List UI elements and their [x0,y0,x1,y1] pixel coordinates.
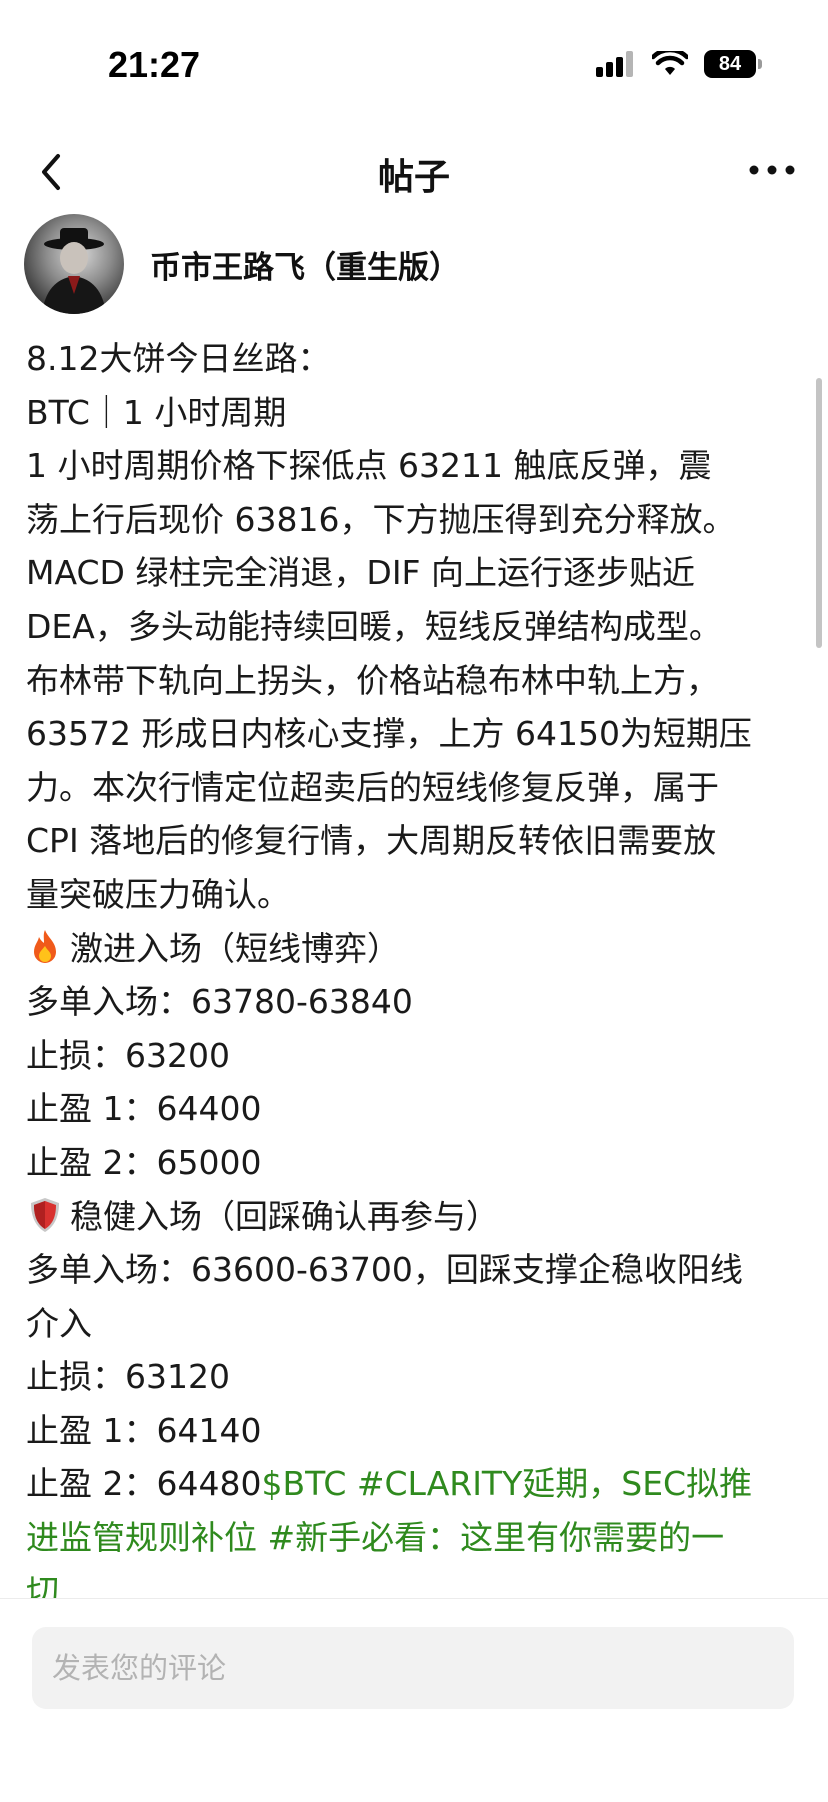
section-aggressive: 激进入场（短线博弈） [26,922,808,976]
post-line: 介入 [26,1303,92,1343]
battery-icon: 84 [704,50,762,78]
comment-input[interactable] [32,1627,794,1709]
post-line: 63572 形成日内核心支撑，上方 64150为短期压 [26,714,752,754]
more-horizontal-icon[interactable] [748,160,796,180]
post-line: 多单入场：63780-63840 [26,982,413,1022]
post-line: 力。本次行情定位超卖后的短线修复反弹，属于 [26,767,719,807]
post-line: 布林带下轨向上拐头，价格站稳布林中轨上方， [26,660,719,700]
author-row[interactable]: 币市王路飞（重生版） [24,214,460,314]
avatar-figure-icon [42,228,106,314]
post-body: 8.12大饼今日丝路： BTC｜1 小时周期 1 小时周期价格下探低点 6321… [26,332,808,1618]
status-bar: 21:27 84 [0,0,828,120]
post-line: 止损：63200 [26,1035,230,1075]
post-line: 止盈 2：65000 [26,1142,262,1182]
fire-icon [34,929,56,963]
post-line: 量突破压力确认。 [26,874,290,914]
hashtag-link[interactable]: 进监管规则补位 #新手必看：这里有你需要的一 [26,1511,808,1565]
nav-bar: 帖子 [0,130,828,214]
author-name[interactable]: 币市王路飞（重生版） [150,242,460,287]
post-line: BTC｜1 小时周期 [26,392,287,432]
post-line: 荡上行后现价 63816，下方抛压得到充分释放。 [26,499,736,539]
avatar[interactable] [24,214,124,314]
shield-icon [31,1197,59,1232]
post-line: 止损：63120 [26,1357,230,1397]
section-title: 稳健入场（回踩确认再参与） [70,1196,499,1236]
section-title: 激进入场（短线博弈） [70,928,400,968]
post-line: 止盈 1：64140 [26,1410,262,1450]
status-time: 21:27 [108,44,201,85]
status-icons: 84 [596,50,762,78]
page-title: 帖子 [377,157,450,198]
battery-level: 84 [718,52,742,75]
post-line: MACD 绿柱完全消退，DIF 向上运行逐步贴近 [26,553,696,593]
post-text: 止盈 2：64480 [26,1464,262,1504]
post-line: 8.12大饼今日丝路： [26,339,331,378]
post-line: 止盈 1：64400 [26,1089,262,1129]
post-line: 1 小时周期价格下探低点 63211 触底反弹，震 [26,446,712,486]
comment-bar [0,1598,828,1802]
post-line: DEA，多头动能持续回暖，短线反弹结构成型。 [26,606,722,646]
scrollbar[interactable] [816,378,822,648]
signal-icon [596,51,633,77]
hashtag-link[interactable]: $BTC #CLARITY延期，SEC拟推 [261,1464,752,1503]
post-line: CPI 落地后的修复行情，大周期反转依旧需要放 [26,821,717,861]
post-line-with-tags: 止盈 2：64480$BTC #CLARITY延期，SEC拟推 [26,1457,808,1511]
section-steady: 稳健入场（回踩确认再参与） [26,1190,808,1244]
post-line: 多单入场：63600-63700，回踩支撑企稳收阳线 [26,1250,743,1290]
wifi-icon [652,51,688,75]
